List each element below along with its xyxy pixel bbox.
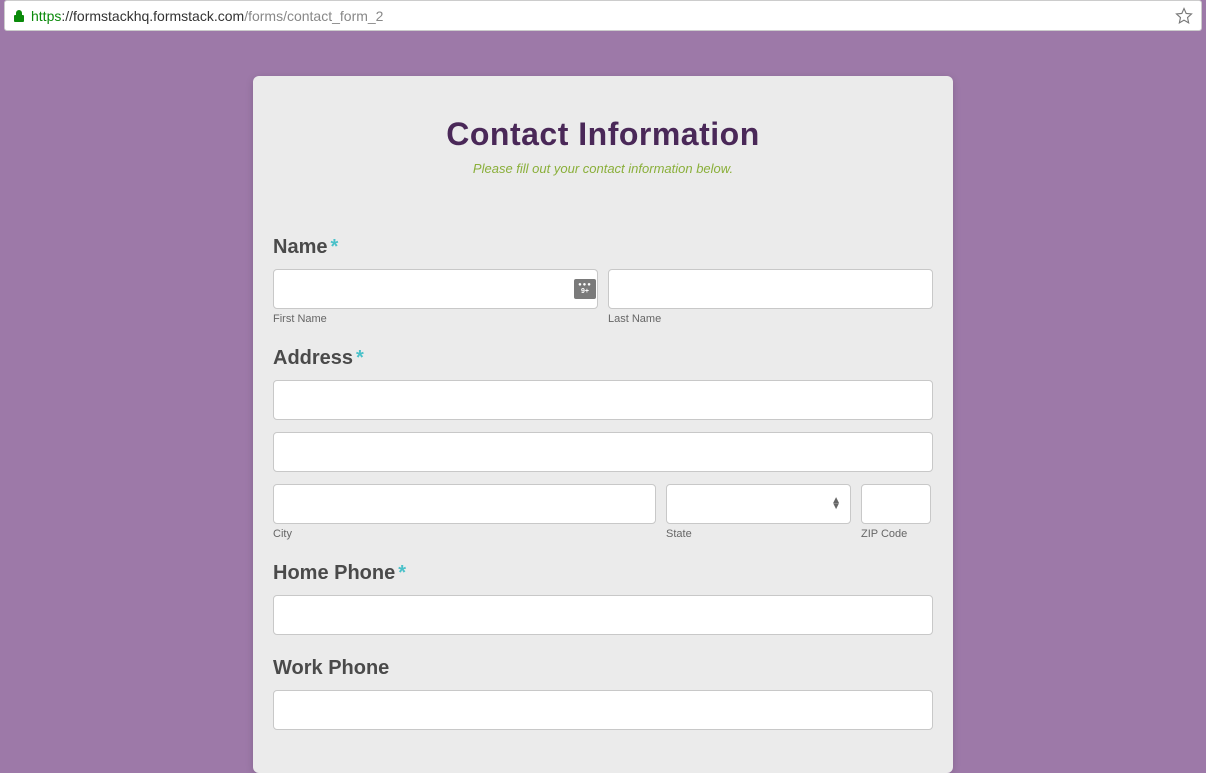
- lock-icon: [13, 9, 25, 23]
- state-select[interactable]: [666, 484, 851, 524]
- work-phone-input[interactable]: [273, 690, 933, 730]
- home-phone-label: Home Phone*: [273, 562, 933, 585]
- work-phone-field-group: Work Phone: [273, 657, 933, 730]
- work-phone-label: Work Phone: [273, 657, 933, 680]
- browser-address-bar[interactable]: https://formstackhq.formstack.com/forms/…: [4, 0, 1202, 31]
- form-title: Contact Information: [273, 116, 933, 153]
- url-path: /forms/contact_form_2: [244, 8, 383, 24]
- city-sublabel: City: [273, 528, 656, 540]
- name-field-group: Name* ●●● 9+ First Name Last Name: [273, 236, 933, 325]
- required-mark: *: [356, 347, 364, 369]
- url-text: https://formstackhq.formstack.com/forms/…: [31, 8, 1175, 24]
- last-name-sublabel: Last Name: [608, 313, 933, 325]
- form-subtitle: Please fill out your contact information…: [273, 161, 933, 176]
- page-background: Contact Information Please fill out your…: [0, 31, 1206, 773]
- required-mark: *: [398, 562, 406, 584]
- address-label-text: Address: [273, 347, 353, 369]
- form-card: Contact Information Please fill out your…: [253, 76, 953, 773]
- address-label: Address*: [273, 347, 933, 370]
- name-label: Name*: [273, 236, 933, 259]
- address-line1-input[interactable]: [273, 380, 933, 420]
- name-label-text: Name: [273, 236, 327, 258]
- address-line2-input[interactable]: [273, 432, 933, 472]
- address-field-group: Address* City ▲▼: [273, 347, 933, 540]
- zip-sublabel: ZIP Code: [861, 528, 931, 540]
- first-name-sublabel: First Name: [273, 313, 598, 325]
- bookmark-star-icon[interactable]: [1175, 7, 1193, 25]
- city-input[interactable]: [273, 484, 656, 524]
- work-phone-label-text: Work Phone: [273, 657, 389, 679]
- last-name-input[interactable]: [608, 269, 933, 309]
- required-mark: *: [330, 236, 338, 258]
- first-name-input[interactable]: [273, 269, 598, 309]
- state-sublabel: State: [666, 528, 851, 540]
- url-host: ://formstackhq.formstack.com: [61, 8, 244, 24]
- home-phone-label-text: Home Phone: [273, 562, 395, 584]
- home-phone-field-group: Home Phone*: [273, 562, 933, 635]
- zip-input[interactable]: [861, 484, 931, 524]
- home-phone-input[interactable]: [273, 595, 933, 635]
- url-scheme: https: [31, 8, 61, 24]
